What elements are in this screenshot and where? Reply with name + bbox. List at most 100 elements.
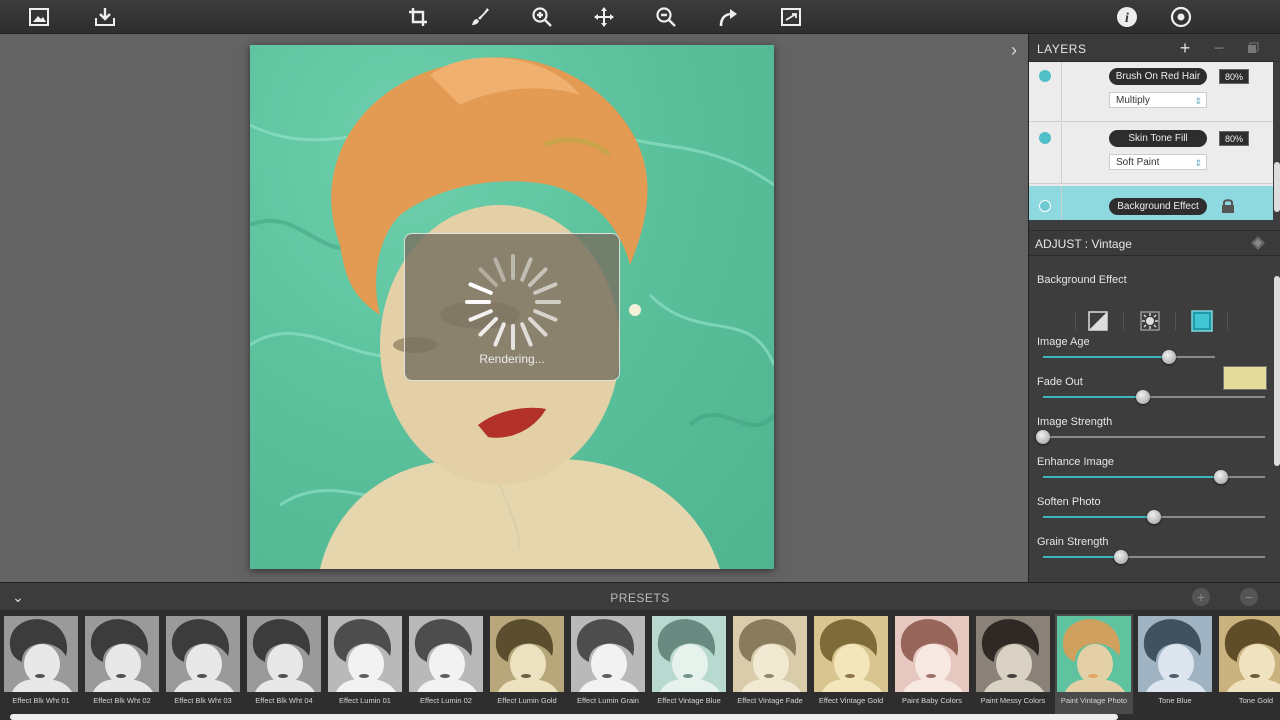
slider-soften-photo[interactable]	[1043, 510, 1265, 524]
slider-knob[interactable]	[1213, 470, 1228, 484]
contrast-mode-icon[interactable]	[1087, 310, 1109, 332]
preset-item[interactable]: Effect Lumin Grain	[569, 614, 647, 714]
brush-icon[interactable]	[467, 4, 493, 30]
presets-scrollbar[interactable]	[10, 714, 1118, 720]
preset-item[interactable]: Effect Vintage Blue	[650, 614, 728, 714]
preset-label: Paint Vintage Photo	[1060, 696, 1128, 705]
redo-icon[interactable]	[715, 4, 741, 30]
preset-item[interactable]: Paint Vintage Photo	[1055, 614, 1133, 714]
preset-item[interactable]: Effect Vintage Fade	[731, 614, 809, 714]
slider-knob[interactable]	[1147, 510, 1161, 524]
move-icon[interactable]	[591, 4, 617, 30]
crop-icon[interactable]	[405, 4, 431, 30]
preset-label: Effect Lumin Gold	[497, 696, 557, 705]
blend-mode-select[interactable]: Multiply ⇕	[1109, 92, 1207, 108]
blend-mode-value: Multiply	[1116, 95, 1150, 106]
layer-name[interactable]: Skin Tone Fill	[1109, 130, 1207, 147]
preset-label: Effect Blk Wht 01	[12, 696, 70, 705]
add-layer-button[interactable]: +	[1175, 38, 1195, 58]
slider-knob[interactable]	[1036, 430, 1050, 444]
info-icon[interactable]: i	[1114, 4, 1140, 30]
layer-visibility-dot[interactable]	[1039, 70, 1051, 82]
preset-item[interactable]: Effect Blk Wht 01	[2, 614, 80, 714]
zoom-out-icon[interactable]	[653, 4, 679, 30]
preset-label: Effect Lumin 01	[339, 696, 391, 705]
slider-knob[interactable]	[1161, 350, 1176, 364]
preset-item[interactable]: Effect Vintage Gold	[812, 614, 890, 714]
layer-brush-on-red-hair[interactable]: Brush On Red Hair 80% Multiply ⇕	[1029, 62, 1273, 122]
layers-title: LAYERS	[1037, 42, 1087, 56]
preset-label: Effect Vintage Gold	[818, 696, 884, 705]
square-mode-icon[interactable]	[1191, 310, 1213, 332]
settings-icon[interactable]	[1168, 4, 1194, 30]
slider-label: Image Strength	[1037, 416, 1113, 428]
slider-knob[interactable]	[1135, 390, 1150, 404]
preset-item[interactable]: Tone Gold	[1217, 614, 1280, 714]
app-window: i › Rendering... LAYERS + − Brush On Red…	[0, 0, 1280, 720]
slider-image-strength[interactable]	[1036, 430, 1265, 444]
add-preset-button[interactable]: +	[1192, 588, 1210, 606]
right-panel: LAYERS + − Brush On Red Hair 80% Multipl…	[1028, 34, 1280, 582]
preset-item[interactable]: Effect Lumin 01	[326, 614, 404, 714]
preset-thumbnail	[166, 616, 240, 692]
preset-label: Effect Lumin Grain	[577, 696, 639, 705]
slider-grain-strength[interactable]	[1043, 550, 1265, 564]
layer-name[interactable]: Background Effect	[1109, 198, 1207, 215]
preset-item[interactable]: Paint Baby Colors	[893, 614, 971, 714]
preset-item[interactable]: Effect Blk Wht 03	[164, 614, 242, 714]
image-age-color-swatch[interactable]	[1223, 366, 1267, 390]
select-arrows-icon: ⇕	[1194, 158, 1202, 168]
image-frame-icon[interactable]	[26, 4, 52, 30]
preset-label: Paint Messy Colors	[980, 696, 1046, 705]
preset-item[interactable]: Tone Blue	[1136, 614, 1214, 714]
preset-item[interactable]: Effect Blk Wht 02	[83, 614, 161, 714]
layer-visibility-dot[interactable]	[1039, 132, 1051, 144]
preset-item[interactable]: Effect Lumin 02	[407, 614, 485, 714]
layer-skin-tone-fill[interactable]: Skin Tone Fill 80% Soft Paint ⇕	[1029, 124, 1273, 184]
presets-title: PRESETS	[610, 591, 670, 605]
remove-preset-button[interactable]: −	[1240, 588, 1258, 606]
slider-enhance-image[interactable]	[1043, 470, 1265, 484]
reset-diamond-icon[interactable]	[1251, 236, 1265, 250]
slider-label: Soften Photo	[1037, 496, 1101, 508]
preset-item[interactable]: Effect Lumin Gold	[488, 614, 566, 714]
photo-canvas[interactable]: Rendering...	[250, 45, 774, 569]
sun-mode-icon[interactable]	[1139, 310, 1161, 332]
slider-fade-out[interactable]	[1043, 390, 1265, 404]
preset-thumbnail	[328, 616, 402, 692]
layer-visibility-dot[interactable]	[1039, 200, 1051, 212]
chevron-right-icon[interactable]: ›	[1004, 40, 1024, 60]
zoom-in-icon[interactable]	[529, 4, 555, 30]
loading-spinner-icon	[465, 254, 561, 350]
preset-thumbnail	[1219, 616, 1280, 692]
preset-thumbnail	[571, 616, 645, 692]
layer-opacity[interactable]: 80%	[1219, 69, 1249, 84]
slider-knob[interactable]	[1113, 550, 1128, 564]
preset-label: Effect Blk Wht 02	[93, 696, 151, 705]
remove-layer-button[interactable]: −	[1209, 38, 1229, 58]
duplicate-layer-icon[interactable]	[1243, 38, 1263, 58]
preset-thumbnail	[85, 616, 159, 692]
preset-item[interactable]: Effect Blk Wht 04	[245, 614, 323, 714]
layers-scrollbar[interactable]	[1273, 62, 1280, 220]
section-label: Background Effect	[1037, 274, 1127, 286]
layers-list: Brush On Red Hair 80% Multiply ⇕ Skin Ton…	[1029, 62, 1273, 220]
preset-item[interactable]: Paint Messy Colors	[974, 614, 1052, 714]
layer-background-effect[interactable]: Background Effect	[1029, 186, 1273, 220]
preset-label: Tone Gold	[1238, 696, 1274, 705]
save-download-icon[interactable]	[92, 4, 118, 30]
adjust-header: ADJUST : Vintage	[1029, 230, 1280, 256]
fit-screen-icon[interactable]	[778, 4, 804, 30]
preset-thumbnail	[409, 616, 483, 692]
canvas-area[interactable]: › Rendering...	[0, 34, 1028, 582]
preset-thumbnail	[814, 616, 888, 692]
blend-mode-select[interactable]: Soft Paint ⇕	[1109, 154, 1207, 170]
preset-thumbnail	[247, 616, 321, 692]
adjust-scrollbar[interactable]	[1273, 256, 1280, 582]
slider-image-age[interactable]	[1043, 350, 1215, 364]
adjust-controls: Background Effect Image Age Fade Out Image…	[1029, 256, 1273, 582]
preset-label: Tone Blue	[1158, 696, 1192, 705]
layer-opacity[interactable]: 80%	[1219, 131, 1249, 146]
preset-thumbnail	[895, 616, 969, 692]
layer-name[interactable]: Brush On Red Hair	[1109, 68, 1207, 85]
